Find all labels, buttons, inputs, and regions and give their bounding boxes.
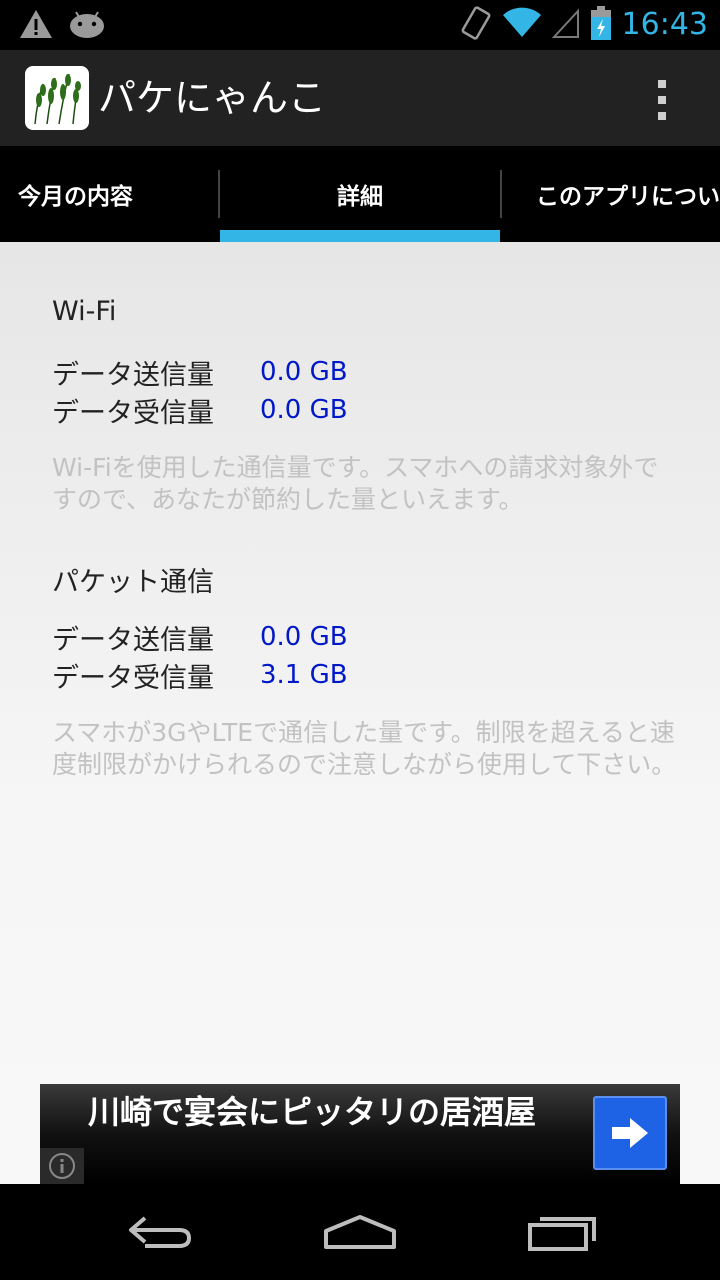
packet-send-value: 0.0 GB <box>260 622 348 652</box>
wifi-send-label: データ送信量 <box>52 359 214 391</box>
status-bar: 16:43 <box>0 0 720 50</box>
overflow-menu-icon[interactable] <box>644 76 680 124</box>
tab-about-app[interactable]: このアプリについて <box>502 146 720 242</box>
packet-send-label: データ送信量 <box>52 624 214 656</box>
packet-send-row: データ送信量 0.0 GB <box>52 619 348 656</box>
recent-apps-icon[interactable] <box>507 1202 617 1262</box>
navigation-bar <box>0 1184 720 1280</box>
back-icon[interactable] <box>105 1202 215 1262</box>
packet-recv-row: データ受信量 3.1 GB <box>52 657 348 694</box>
wifi-recv-row: データ受信量 0.0 GB <box>52 392 348 429</box>
selected-tab-indicator <box>220 230 500 242</box>
wifi-send-value: 0.0 GB <box>260 357 348 387</box>
packet-section-title: パケット通信 <box>52 567 214 598</box>
packet-recv-label: データ受信量 <box>52 662 214 694</box>
action-bar: パケにゃんこ <box>0 50 720 146</box>
packet-note: スマホが3GやLTEで通信した量です。制限を超えると速度制限がかけられるので注意… <box>52 718 677 779</box>
tab-monthly-summary[interactable]: 今月の内容 <box>0 146 218 242</box>
packet-recv-value: 3.1 GB <box>260 660 348 690</box>
app-logo-icon[interactable] <box>25 66 89 130</box>
ad-text[interactable]: 川崎で宴会にピッタリの居酒屋 <box>88 1090 588 1134</box>
signal-icon <box>551 7 580 43</box>
wifi-recv-label: データ受信量 <box>52 397 214 429</box>
wifi-recv-value: 0.0 GB <box>260 395 348 425</box>
wifi-icon <box>502 7 542 43</box>
android-icon <box>68 9 106 43</box>
tab-bar: 今月の内容 詳細 このアプリについて <box>0 146 720 242</box>
clock: 16:43 <box>621 7 708 42</box>
details-content: Wi-Fi データ送信量 0.0 GB データ受信量 0.0 GB Wi-Fiを… <box>0 242 720 1184</box>
warning-icon <box>18 8 54 44</box>
wifi-note: Wi-Fiを使用した通信量です。スマホへの請求対象外ですので、あなたが節約した量… <box>52 453 659 514</box>
battery-charging-icon <box>590 5 612 45</box>
info-icon[interactable] <box>40 1148 84 1184</box>
tab-details[interactable]: 詳細 <box>220 146 500 242</box>
rotation-icon <box>460 5 492 45</box>
ad-banner[interactable]: 川崎で宴会にピッタリの居酒屋 <box>40 1084 680 1184</box>
wifi-send-row: データ送信量 0.0 GB <box>52 354 348 391</box>
app-title: パケにゃんこ <box>98 76 327 120</box>
wifi-section-title: Wi-Fi <box>52 296 117 327</box>
home-icon[interactable] <box>305 1202 415 1262</box>
arrow-right-icon[interactable] <box>593 1096 667 1170</box>
